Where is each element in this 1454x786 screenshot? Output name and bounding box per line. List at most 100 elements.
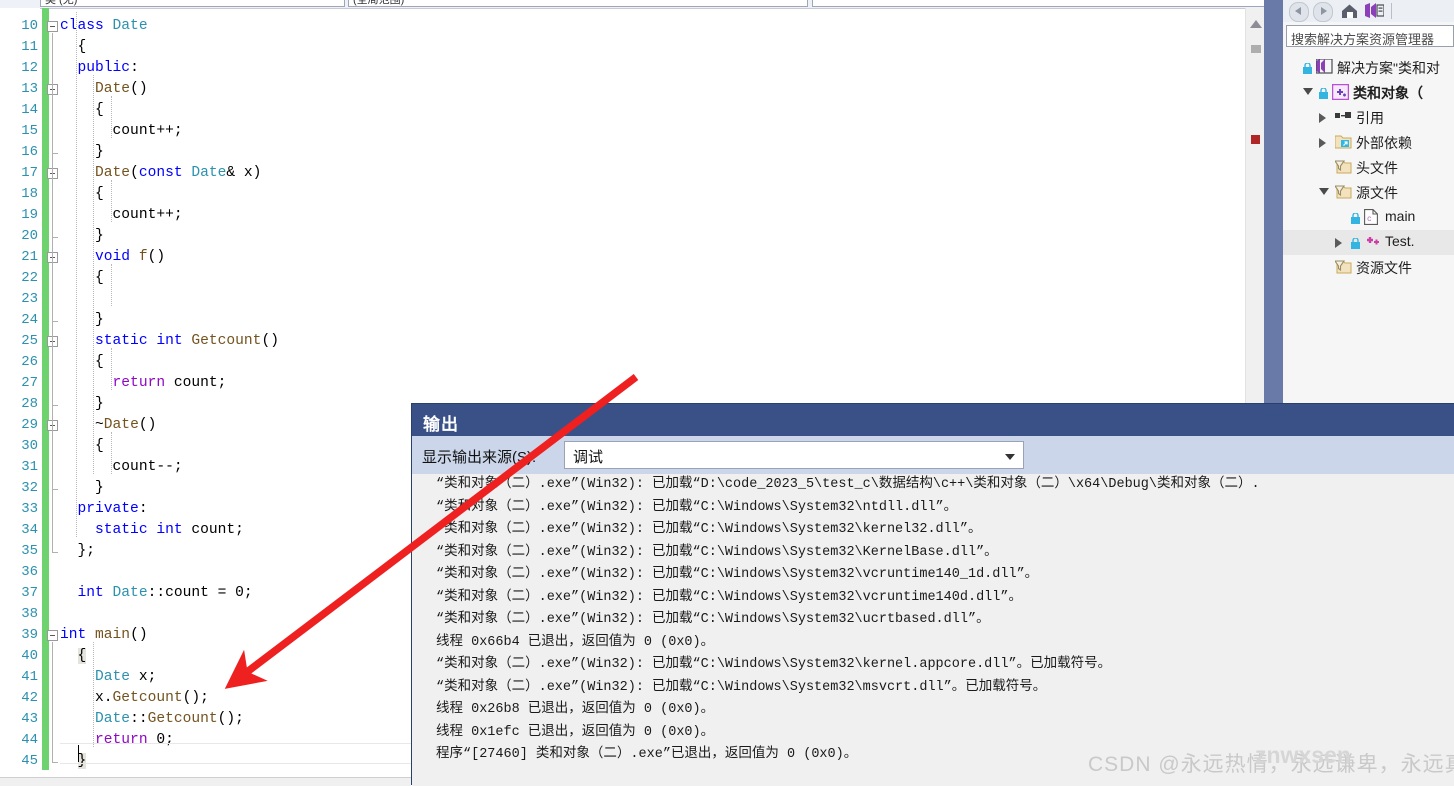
output-line: “类和对象（二）.exe”(Win32): 已加载“C:\Windows\Sys… — [436, 522, 982, 537]
indent-guide — [110, 348, 113, 390]
code-line[interactable]: } — [60, 310, 104, 331]
filter-folder-icon — [1333, 159, 1352, 175]
error-marker-icon[interactable] — [1251, 135, 1260, 144]
code-line[interactable] — [60, 289, 113, 310]
output-window[interactable]: 输出 显示输出来源(S): 调试 “类和对象（二）.exe”(Win32): 已… — [411, 403, 1454, 786]
code-token: (); — [182, 690, 209, 706]
code-line[interactable]: count++; — [60, 121, 183, 142]
code-line[interactable]: } — [60, 142, 104, 163]
code-line[interactable]: } — [60, 478, 104, 499]
navbar-scope-dropdown[interactable]: (全局范围) — [348, 0, 808, 7]
line-number: 23 — [21, 291, 38, 307]
code-line[interactable]: { — [60, 100, 104, 121]
code-line[interactable]: x.Getcount(); — [60, 688, 209, 709]
code-line[interactable]: { — [60, 37, 87, 58]
code-line[interactable]: Date::Getcount(); — [60, 709, 244, 730]
code-line[interactable]: private: — [60, 499, 148, 520]
code-line[interactable]: return count; — [60, 373, 227, 394]
code-line[interactable]: ~Date() — [60, 415, 156, 436]
code-token: :: — [130, 711, 148, 727]
code-line[interactable]: class Date — [60, 16, 148, 37]
chevron-right-icon[interactable] — [1319, 138, 1326, 148]
chevron-down-icon[interactable] — [1303, 88, 1313, 95]
code-line[interactable]: Date x; — [60, 667, 156, 688]
forward-icon[interactable] — [1313, 2, 1333, 22]
solution-tree-item[interactable]: Test. — [1283, 230, 1454, 255]
chevron-down-icon[interactable] — [1319, 188, 1329, 195]
indent-guide — [93, 75, 95, 474]
solution-tree-item-label: 外部依赖 — [1356, 135, 1412, 151]
chevron-down-icon[interactable] — [1005, 454, 1015, 460]
solution-tree-item[interactable]: 引用 — [1283, 105, 1454, 130]
line-number: 26 — [21, 354, 38, 370]
code-line[interactable]: { — [60, 184, 104, 205]
output-toolbar[interactable]: 显示输出来源(S): 调试 — [412, 436, 1454, 499]
solution-tree-item-label: Test. — [1385, 233, 1415, 249]
solution-tree-item[interactable]: 解决方案"类和对 — [1283, 55, 1454, 80]
code-token: return — [112, 375, 166, 391]
solution-tree-item[interactable]: c main — [1283, 205, 1454, 230]
code-line[interactable]: } — [60, 226, 104, 247]
line-number: 37 — [21, 585, 38, 601]
code-line[interactable]: { — [60, 436, 104, 457]
external-deps-icon — [1334, 134, 1352, 150]
code-line[interactable]: Date(const Date& x) — [60, 163, 261, 184]
output-line: “类和对象（二）.exe”(Win32): 已加载“C:\Windows\Sys… — [436, 567, 1039, 582]
code-token: } — [95, 228, 104, 244]
code-line[interactable]: } — [60, 394, 104, 415]
output-source-dropdown[interactable]: 调试 — [564, 441, 1024, 469]
line-number: 16 — [21, 144, 38, 160]
scrollbar-thumb[interactable] — [1251, 45, 1261, 53]
fold-toggle-icon[interactable] — [47, 21, 58, 32]
line-number: 12 — [21, 60, 38, 76]
solution-tree[interactable]: 解决方案"类和对 类和对象（ 引用外部依赖头文件 源文件 c main Test. 资源文件 — [1283, 55, 1454, 280]
code-line[interactable]: static int count; — [60, 520, 244, 541]
output-source-label: 显示输出来源(S): — [422, 446, 536, 467]
fold-region-end — [52, 762, 58, 763]
solution-search-box[interactable]: 搜索解决方案资源管理器 — [1286, 25, 1454, 47]
line-number: 42 — [21, 690, 38, 706]
line-number: 33 — [21, 501, 38, 517]
fold-region-end — [52, 552, 58, 553]
line-number: 19 — [21, 207, 38, 223]
code-token: class — [60, 18, 113, 34]
code-line[interactable]: public: — [60, 58, 139, 79]
code-line[interactable]: Date() — [60, 79, 148, 100]
solution-tree-item[interactable]: 资源文件 — [1283, 255, 1454, 280]
code-line[interactable]: { — [60, 352, 104, 373]
solution-tree-item[interactable]: 源文件 — [1283, 180, 1454, 205]
solution-tree-item[interactable]: 头文件 — [1283, 155, 1454, 180]
solution-explorer-toolbar[interactable] — [1283, 0, 1454, 22]
navbar-member-dropdown[interactable] — [812, 0, 1272, 7]
line-number: 18 — [21, 186, 38, 202]
lock-icon — [1319, 86, 1328, 99]
lock-icon — [1351, 211, 1360, 224]
solution-search-placeholder: 搜索解决方案资源管理器 — [1291, 32, 1435, 47]
back-icon[interactable] — [1289, 2, 1309, 22]
home-icon[interactable] — [1341, 3, 1358, 19]
line-number: 28 — [21, 396, 38, 412]
code-line[interactable]: count--; — [60, 457, 183, 478]
solution-tree-item-label: 引用 — [1356, 110, 1384, 126]
code-token: count++; — [112, 207, 183, 223]
code-line[interactable]: int Date::count = 0; — [60, 583, 253, 604]
line-number: 22 — [21, 270, 38, 286]
code-token: Date — [112, 585, 148, 601]
line-number: 32 — [21, 480, 38, 496]
solution-tree-item[interactable]: 类和对象（ — [1283, 80, 1454, 105]
navbar-class-dropdown[interactable]: 类 (无) — [40, 0, 345, 7]
code-line[interactable]: int main() — [60, 625, 148, 646]
code-line[interactable]: }; — [60, 541, 96, 562]
chevron-right-icon[interactable] — [1335, 238, 1342, 248]
fold-toggle-icon[interactable] — [47, 630, 58, 641]
code-line[interactable]: { — [60, 646, 87, 667]
code-line[interactable]: count++; — [60, 205, 183, 226]
output-text-content[interactable]: “类和对象（二）.exe”(Win32): 已加载“D:\code_2023_5… — [412, 474, 1454, 786]
code-token: static int — [95, 522, 192, 538]
code-line[interactable]: { — [60, 268, 104, 289]
chevron-right-icon[interactable] — [1319, 113, 1326, 123]
scroll-up-icon[interactable] — [1250, 20, 1262, 28]
solution-tree-item[interactable]: 外部依赖 — [1283, 130, 1454, 155]
line-number: 38 — [21, 606, 38, 622]
vs-properties-icon[interactable] — [1365, 3, 1384, 18]
